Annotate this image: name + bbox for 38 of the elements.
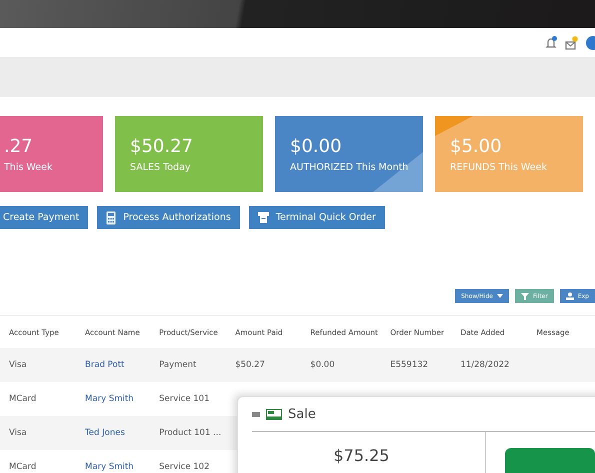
action-button[interactable]: Create Payment (0, 206, 88, 229)
account-name-link[interactable]: Mary Smith (85, 462, 160, 472)
account-name-link[interactable]: Ted Jones (85, 428, 160, 438)
bell-icon[interactable] (545, 36, 557, 50)
person-icon (566, 292, 574, 300)
stat-label: SALES Today (130, 162, 192, 173)
table-cell-text: Service 102 (159, 462, 210, 472)
table-cell-text: 11/28/2022 (460, 360, 510, 370)
table-cell-text: Product 101 ... (159, 428, 222, 438)
action-button[interactable]: Process Authorizations (97, 206, 240, 229)
table-cell-text: Service 101 (159, 394, 210, 404)
terminal-icon (258, 212, 269, 223)
card-icon (266, 408, 282, 420)
table-cell-text: E559132 (390, 360, 430, 370)
account-name-link[interactable]: Mary Smith (85, 394, 160, 404)
stat-amount: $5.00 (450, 136, 503, 158)
table-cell-text: Visa (9, 428, 28, 438)
caret-icon (496, 294, 503, 298)
stat-amount: .27 (4, 136, 34, 158)
table-cell-text: Visa (9, 360, 28, 370)
stat-label: AUTHORIZED This Month (290, 162, 410, 173)
table-cell-text: Payment (159, 360, 198, 370)
stat-label: REFUNDS This Week (450, 162, 548, 173)
table-cell-text: MCard (9, 394, 38, 404)
table-cell-text: $0.00 (310, 360, 336, 370)
stat-label: This Week (4, 162, 54, 173)
stat-amount: $0.00 (290, 136, 343, 158)
sale-amount: $75.25 (334, 446, 390, 466)
table-cell-text: MCard (9, 462, 38, 472)
window-title: Sale (288, 406, 316, 422)
account-name-link[interactable]: Brad Pott (85, 360, 160, 370)
calculator-icon (106, 210, 116, 224)
menu-icon[interactable] (252, 412, 260, 416)
mail-icon[interactable] (565, 36, 578, 50)
filter-icon (520, 292, 529, 300)
action-button[interactable]: Terminal Quick Order (248, 206, 385, 229)
table-cell-text: $50.27 (235, 360, 266, 370)
stat-amount: $50.27 (130, 136, 194, 158)
